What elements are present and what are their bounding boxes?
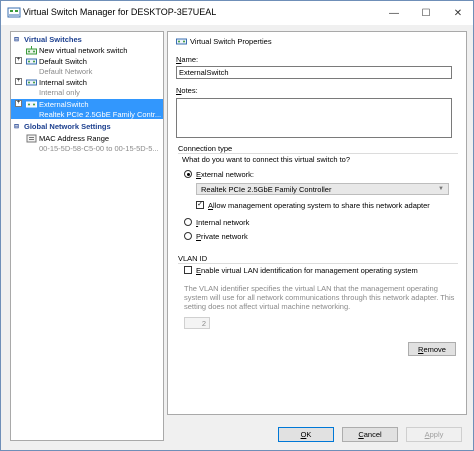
- switch-icon: [26, 79, 37, 86]
- remove-button[interactable]: Remove: [408, 342, 456, 356]
- collapse-icon[interactable]: ⊟: [14, 123, 22, 130]
- switch-icon: [26, 101, 37, 108]
- chevron-down-icon: ▼: [438, 186, 444, 192]
- divider: [178, 263, 458, 264]
- tree-item-sub: Realtek PCIe 2.5GbE Family Contr...: [11, 109, 163, 119]
- notes-textarea[interactable]: [176, 98, 452, 138]
- divider: [178, 153, 458, 154]
- private-network-label[interactable]: Private network: [196, 232, 248, 241]
- cancel-button[interactable]: Cancel: [342, 427, 398, 442]
- ok-button[interactable]: OK: [278, 427, 334, 442]
- vlan-hint-line-1: The VLAN identifier specifies the virtua…: [184, 284, 438, 293]
- enable-vlan-checkbox[interactable]: [184, 266, 192, 274]
- external-network-label[interactable]: External network:: [196, 170, 254, 179]
- apply-button[interactable]: Apply: [406, 427, 462, 442]
- title-bar[interactable]: Virtual Switch Manager for DESKTOP-3E7UE…: [1, 1, 473, 25]
- external-adapter-select[interactable]: Realtek PCIe 2.5GbE Family Controller ▼: [196, 183, 449, 195]
- switch-icon: [176, 38, 187, 45]
- global-header-label: Global Network Settings: [24, 121, 111, 131]
- tree-item-mac-address-range[interactable]: MAC Address Range: [11, 133, 163, 143]
- virtual-switches-header-label: Virtual Switches: [24, 34, 82, 44]
- vlan-hint-line-2: system will use for all network communic…: [184, 293, 455, 302]
- tree-item-label: Internal switch: [39, 77, 87, 87]
- tree-item-sub: 00-15-5D-58-C5-00 to 00-15-5D-5...: [39, 143, 159, 153]
- internal-network-radio[interactable]: [184, 218, 192, 226]
- switch-icon: [26, 58, 37, 65]
- tree-item-label: MAC Address Range: [39, 133, 110, 143]
- tree-item-default-switch[interactable]: + Default Switch: [11, 56, 163, 66]
- notes-label: Notes:: [176, 86, 198, 95]
- allow-management-label[interactable]: Allow management operating system to sha…: [208, 201, 430, 210]
- connection-type-title: Connection type: [178, 144, 233, 153]
- properties-title: Virtual Switch Properties: [176, 37, 272, 46]
- virtual-switch-manager-window: Virtual Switch Manager for DESKTOP-3E7UE…: [0, 0, 474, 451]
- tree-item-label: ExternalSwitch: [39, 99, 89, 109]
- maximize-button[interactable]: ☐: [411, 1, 441, 25]
- external-network-radio[interactable]: [184, 170, 192, 178]
- name-label: Name:: [176, 55, 199, 64]
- external-adapter-value: Realtek PCIe 2.5GbE Family Controller: [201, 184, 332, 194]
- expand-icon[interactable]: +: [15, 57, 22, 64]
- vlan-hint-line-3: setting does not affect virtual machine …: [184, 302, 351, 311]
- global-network-settings-header[interactable]: ⊟ Global Network Settings: [11, 121, 163, 131]
- collapse-icon[interactable]: ⊟: [14, 36, 22, 43]
- new-switch-icon: [26, 46, 37, 55]
- expand-icon[interactable]: +: [15, 100, 22, 107]
- name-input[interactable]: ExternalSwitch: [176, 66, 452, 79]
- network-switch-icon: [7, 7, 21, 18]
- virtual-switches-header[interactable]: ⊟ Virtual Switches: [11, 34, 163, 44]
- tree-item-sub: Internal only: [39, 87, 80, 97]
- vlan-id-title: VLAN ID: [178, 254, 208, 263]
- connection-question: What do you want to connect this virtual…: [182, 155, 350, 164]
- close-button[interactable]: ✕: [443, 1, 473, 25]
- window-title: Virtual Switch Manager for DESKTOP-3E7UE…: [23, 7, 217, 17]
- expand-icon[interactable]: +: [15, 78, 22, 85]
- vlan-id-input[interactable]: 2: [184, 317, 210, 329]
- tree-item-internal-switch[interactable]: + Internal switch: [11, 77, 163, 87]
- internal-network-label[interactable]: Internal network: [196, 218, 249, 227]
- tree-item-sub: Default Network: [39, 66, 93, 76]
- mac-address-icon: [26, 134, 37, 143]
- enable-vlan-label[interactable]: Enable virtual LAN identification for ma…: [196, 266, 418, 275]
- minimize-button[interactable]: —: [379, 1, 409, 25]
- tree-item-label: Default Switch: [39, 56, 87, 66]
- properties-title-label: Virtual Switch Properties: [190, 37, 272, 46]
- allow-management-checkbox[interactable]: ✓: [196, 201, 204, 209]
- tree-item-new-switch[interactable]: New virtual network switch: [11, 45, 163, 55]
- switch-properties-panel: Virtual Switch Properties Name: External…: [167, 31, 467, 415]
- tree-item-label: New virtual network switch: [39, 45, 128, 55]
- switch-tree[interactable]: ⊟ Virtual Switches New virtual network s…: [10, 31, 164, 441]
- tree-item-external-switch[interactable]: + ExternalSwitch: [11, 99, 163, 109]
- private-network-radio[interactable]: [184, 232, 192, 240]
